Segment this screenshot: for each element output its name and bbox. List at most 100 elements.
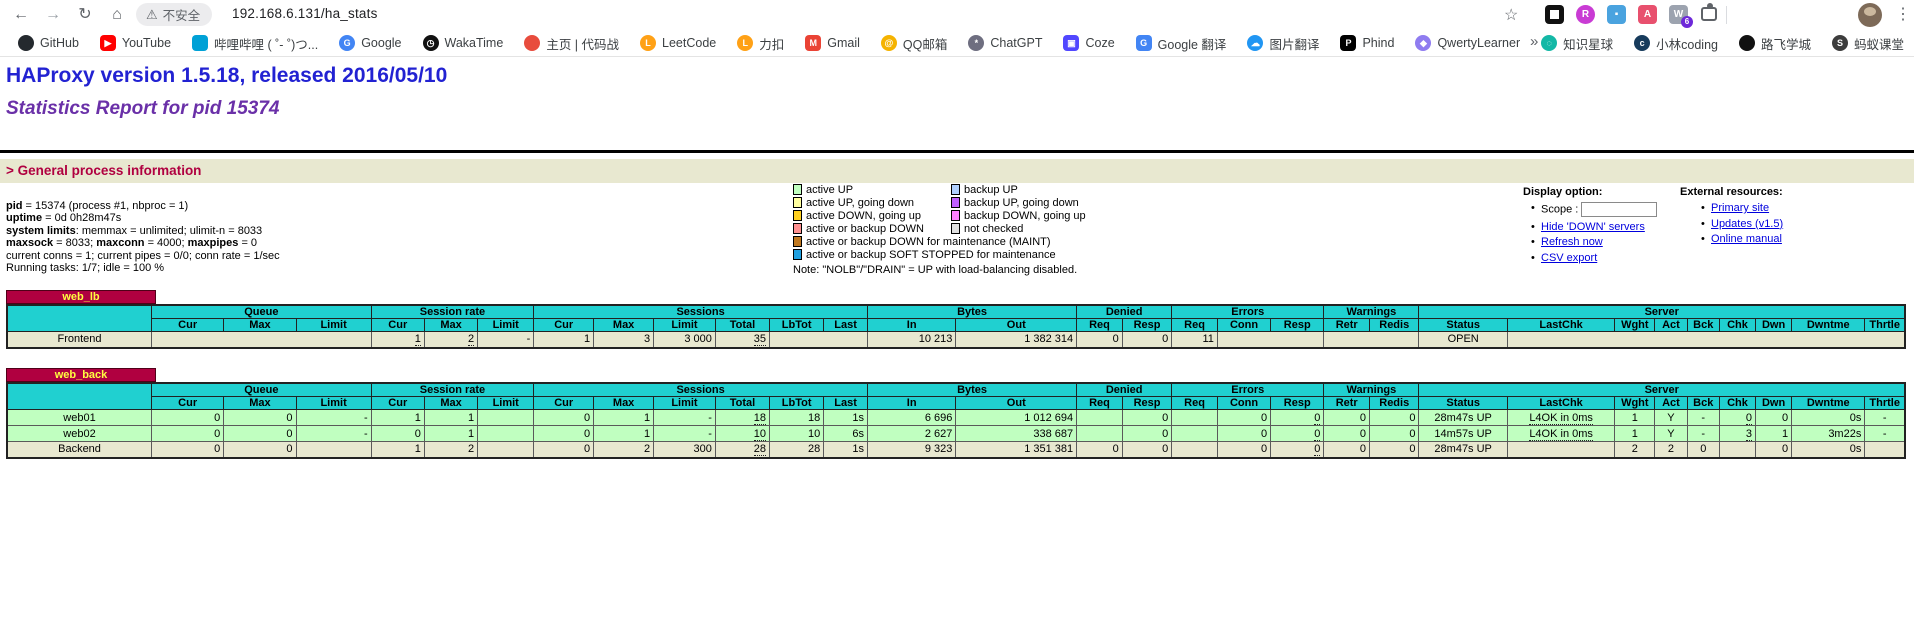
- ext-blue-square-icon[interactable]: ▪: [1607, 5, 1626, 24]
- legend-swatch: [951, 223, 960, 234]
- legend-swatch: [793, 249, 802, 260]
- legend-swatch: [793, 184, 802, 195]
- process-info-line: uptime = 0d 0h28m47s: [6, 212, 280, 224]
- stat-cell: 0: [1122, 332, 1171, 348]
- bookmark-item[interactable]: S蚂蚁课堂: [1832, 34, 1904, 53]
- bookmark-item[interactable]: GGoogle: [339, 35, 401, 51]
- extensions-puzzle-icon[interactable]: [1701, 7, 1717, 21]
- bookmark-item[interactable]: 路飞学城: [1739, 34, 1811, 53]
- stat-cell: 2 627: [867, 426, 955, 442]
- ext-purple-circle-icon[interactable]: R: [1576, 5, 1595, 24]
- bookmark-item[interactable]: @QQ邮箱: [881, 34, 947, 53]
- column-header: Status: [1419, 319, 1507, 332]
- bookmark-item[interactable]: GGoogle 翻译: [1136, 34, 1227, 53]
- bookmark-item[interactable]: *ChatGPT: [968, 35, 1042, 51]
- column-header: Thrtle: [1865, 319, 1905, 332]
- stat-cell: 1s: [824, 410, 868, 426]
- stat-cell: 6s: [824, 426, 868, 442]
- ext-w-badge-icon[interactable]: W6: [1669, 5, 1688, 24]
- bookmark-item[interactable]: GitHub: [18, 35, 79, 51]
- page-title[interactable]: HAProxy version 1.5.18, released 2016/05…: [6, 64, 447, 88]
- bookmark-item[interactable]: ◷WakaTime: [423, 35, 504, 51]
- bookmark-item[interactable]: ☁图片翻译: [1247, 34, 1319, 53]
- stat-cell: 1: [1756, 426, 1792, 442]
- bookmark-item[interactable]: ◌知识星球: [1541, 34, 1613, 53]
- stat-cell: 0: [152, 442, 224, 458]
- stat-cell: 3m22s: [1792, 426, 1865, 442]
- bookmark-item[interactable]: MGmail: [805, 35, 860, 51]
- bookmark-item[interactable]: c小林coding: [1634, 34, 1718, 53]
- stat-cell: 10 213: [867, 332, 955, 348]
- legend-label: active DOWN, going up: [806, 210, 921, 222]
- display-option-link[interactable]: Refresh now: [1541, 236, 1603, 248]
- column-header: Total: [715, 319, 769, 332]
- display-option-link[interactable]: CSV export: [1541, 252, 1597, 264]
- address-bar[interactable]: 192.168.6.131/ha_stats: [232, 6, 378, 21]
- bookmarks-overflow-chevron[interactable]: »: [1530, 33, 1538, 50]
- row-name: Backend: [7, 442, 152, 458]
- forward-icon[interactable]: →: [40, 2, 66, 28]
- legend-label: active UP: [806, 184, 853, 196]
- stat-cell: 0: [1370, 410, 1419, 426]
- group-header: Bytes: [867, 305, 1076, 319]
- codewar-icon: [524, 35, 540, 51]
- external-resource-link[interactable]: Online manual: [1711, 233, 1782, 245]
- bookmark-label: 力扣: [759, 34, 784, 53]
- reload-icon[interactable]: ↻: [72, 2, 98, 28]
- legend-label: active or backup SOFT STOPPED for mainte…: [806, 249, 1056, 261]
- stat-cell: [1324, 332, 1419, 348]
- stat-cell: 1: [1615, 410, 1655, 426]
- column-header: Out: [956, 397, 1077, 410]
- scope-input[interactable]: [1581, 202, 1657, 217]
- display-option-link[interactable]: Hide 'DOWN' servers: [1541, 221, 1645, 233]
- luffy-icon: [1739, 35, 1755, 51]
- qqmail-icon: @: [881, 35, 897, 51]
- stat-cell: -: [1865, 410, 1905, 426]
- column-header: LastChk: [1507, 319, 1614, 332]
- stat-cell: 1: [1615, 426, 1655, 442]
- stat-cell: 0: [1217, 426, 1270, 442]
- ext-translate-pink-icon[interactable]: A: [1638, 5, 1657, 24]
- coze-icon: ▣: [1063, 35, 1079, 51]
- bookmark-item[interactable]: 哔哩哔哩 ( ˚- ˚)つ...: [192, 34, 318, 53]
- leetcode-cn-icon: L: [737, 35, 753, 51]
- column-header: Bck: [1687, 397, 1719, 410]
- ext-black-square-icon[interactable]: [1545, 5, 1564, 24]
- stat-cell: 14m57s UP: [1419, 426, 1507, 442]
- gmail-icon: M: [805, 35, 821, 51]
- stat-cell: 1: [371, 442, 424, 458]
- group-header: Sessions: [534, 383, 868, 397]
- column-header: Max: [424, 319, 477, 332]
- proxy-name-banner[interactable]: web_lb: [6, 290, 156, 304]
- column-header: Redis: [1370, 319, 1419, 332]
- column-header: Status: [1419, 397, 1507, 410]
- external-resource-link[interactable]: Updates (v1.5): [1711, 218, 1783, 230]
- external-resource-link[interactable]: Primary site: [1711, 202, 1769, 214]
- column-header: Conn: [1217, 397, 1270, 410]
- stats-table: QueueSession rateSessionsBytesDeniedErro…: [6, 304, 1906, 349]
- profile-avatar[interactable]: [1858, 3, 1882, 27]
- bookmark-item[interactable]: ▣Coze: [1063, 35, 1114, 51]
- process-info: pid = 15374 (process #1, nbproc = 1)upti…: [6, 200, 280, 274]
- back-icon[interactable]: ←: [8, 2, 34, 28]
- stat-cell: OPEN: [1419, 332, 1507, 348]
- home-icon[interactable]: ⌂: [104, 2, 130, 28]
- group-header: Session rate: [371, 383, 534, 397]
- bookmark-item[interactable]: ◆QwertyLearner: [1415, 35, 1520, 51]
- display-options-title: Display option:: [1495, 186, 1710, 198]
- bookmark-item[interactable]: PPhind: [1340, 35, 1394, 51]
- menu-kebab-icon[interactable]: ⋮: [1895, 4, 1911, 24]
- bookmark-item[interactable]: ▶YouTube: [100, 35, 171, 51]
- security-chip[interactable]: ⚠ 不安全: [136, 3, 212, 26]
- bookmark-item[interactable]: 主页 | 代码战: [524, 34, 619, 53]
- column-header: Req: [1172, 397, 1218, 410]
- stat-cell: [152, 332, 372, 348]
- bookmark-item[interactable]: L 力扣: [737, 34, 784, 53]
- bookmark-item[interactable]: LLeetCode: [640, 35, 716, 51]
- legend-swatch: [951, 197, 960, 208]
- stat-cell: 0: [1217, 442, 1270, 458]
- proxy-name-banner[interactable]: web_back: [6, 368, 156, 382]
- stat-cell: 0: [1756, 442, 1792, 458]
- column-header: Max: [594, 319, 654, 332]
- bookmark-star-icon[interactable]: ☆: [1504, 5, 1518, 25]
